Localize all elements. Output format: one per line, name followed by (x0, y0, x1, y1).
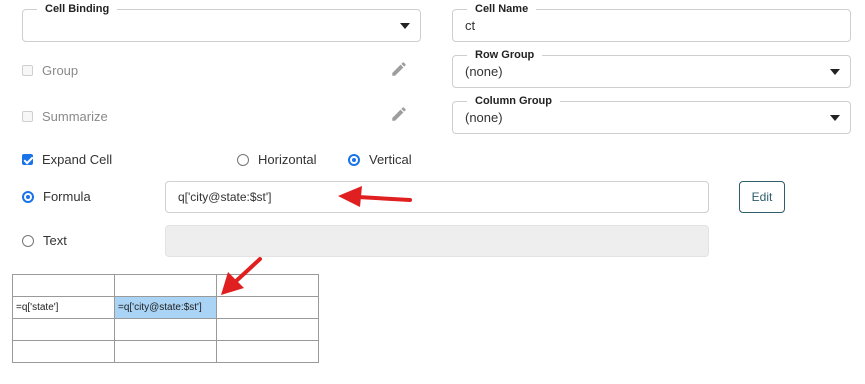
grid-cell[interactable] (114, 318, 217, 341)
cell-name-field[interactable]: Cell Name ct (452, 2, 851, 42)
grid-cell[interactable] (114, 274, 217, 297)
table-row (12, 274, 319, 297)
pencil-icon[interactable] (390, 105, 408, 123)
expand-cell-checkbox-box[interactable] (22, 154, 33, 165)
table-row: =q['state'] =q['city@state:$st'] (12, 296, 319, 319)
group-checkbox-box[interactable] (22, 65, 33, 76)
cell-name-value: ct (465, 18, 476, 33)
formula-radio-button[interactable] (22, 190, 34, 203)
grid-cell[interactable] (216, 296, 319, 319)
grid-cell[interactable] (216, 274, 319, 297)
horizontal-radio[interactable]: Horizontal (237, 152, 317, 167)
grid-cell[interactable] (12, 318, 115, 341)
summarize-label: Summarize (42, 109, 108, 124)
group-checkbox[interactable]: Group (22, 63, 78, 78)
text-label: Text (43, 233, 67, 248)
chevron-down-icon (830, 114, 840, 121)
chevron-down-icon (830, 68, 840, 75)
grid-cell[interactable] (216, 318, 319, 341)
summarize-checkbox-box[interactable] (22, 111, 33, 122)
grid-cell[interactable] (12, 340, 115, 363)
grid-cell[interactable]: =q['state'] (12, 296, 115, 319)
horizontal-radio-button[interactable] (237, 153, 249, 166)
formula-input[interactable]: q['city@state:$st'] (165, 181, 709, 213)
column-group-value: (none) (465, 110, 503, 125)
text-input[interactable] (165, 225, 709, 257)
edit-button[interactable]: Edit (739, 181, 785, 213)
summarize-checkbox[interactable]: Summarize (22, 109, 108, 124)
grid-cell-selected[interactable]: =q['city@state:$st'] (114, 296, 217, 319)
cell-name-label: Cell Name (467, 2, 537, 16)
pencil-icon[interactable] (390, 60, 408, 78)
text-radio[interactable]: Text (22, 233, 67, 248)
row-group-value: (none) (465, 64, 503, 79)
horizontal-label: Horizontal (258, 152, 317, 167)
text-radio-button[interactable] (22, 234, 34, 247)
chevron-down-icon (400, 22, 410, 29)
vertical-label: Vertical (369, 152, 412, 167)
vertical-radio[interactable]: Vertical (348, 152, 412, 167)
vertical-radio-button[interactable] (348, 153, 360, 166)
expand-cell-checkbox[interactable]: Expand Cell (22, 152, 112, 167)
cell-binding-select[interactable]: Cell Binding (22, 2, 421, 42)
grid-cell[interactable] (114, 340, 217, 363)
group-label: Group (42, 63, 79, 78)
table-row (12, 318, 319, 341)
grid-cell[interactable] (12, 274, 115, 297)
cell-binding-label: Cell Binding (37, 2, 118, 16)
formula-radio[interactable]: Formula (22, 189, 91, 204)
cell-grid: =q['state'] =q['city@state:$st'] (12, 274, 319, 363)
column-group-select[interactable]: Column Group (none) (452, 94, 851, 134)
table-row (12, 340, 319, 363)
expand-cell-label: Expand Cell (42, 152, 113, 167)
formula-label: Formula (43, 189, 91, 204)
grid-cell[interactable] (216, 340, 319, 363)
formula-value: q['city@state:$st'] (178, 190, 272, 204)
row-group-select[interactable]: Row Group (none) (452, 48, 851, 88)
